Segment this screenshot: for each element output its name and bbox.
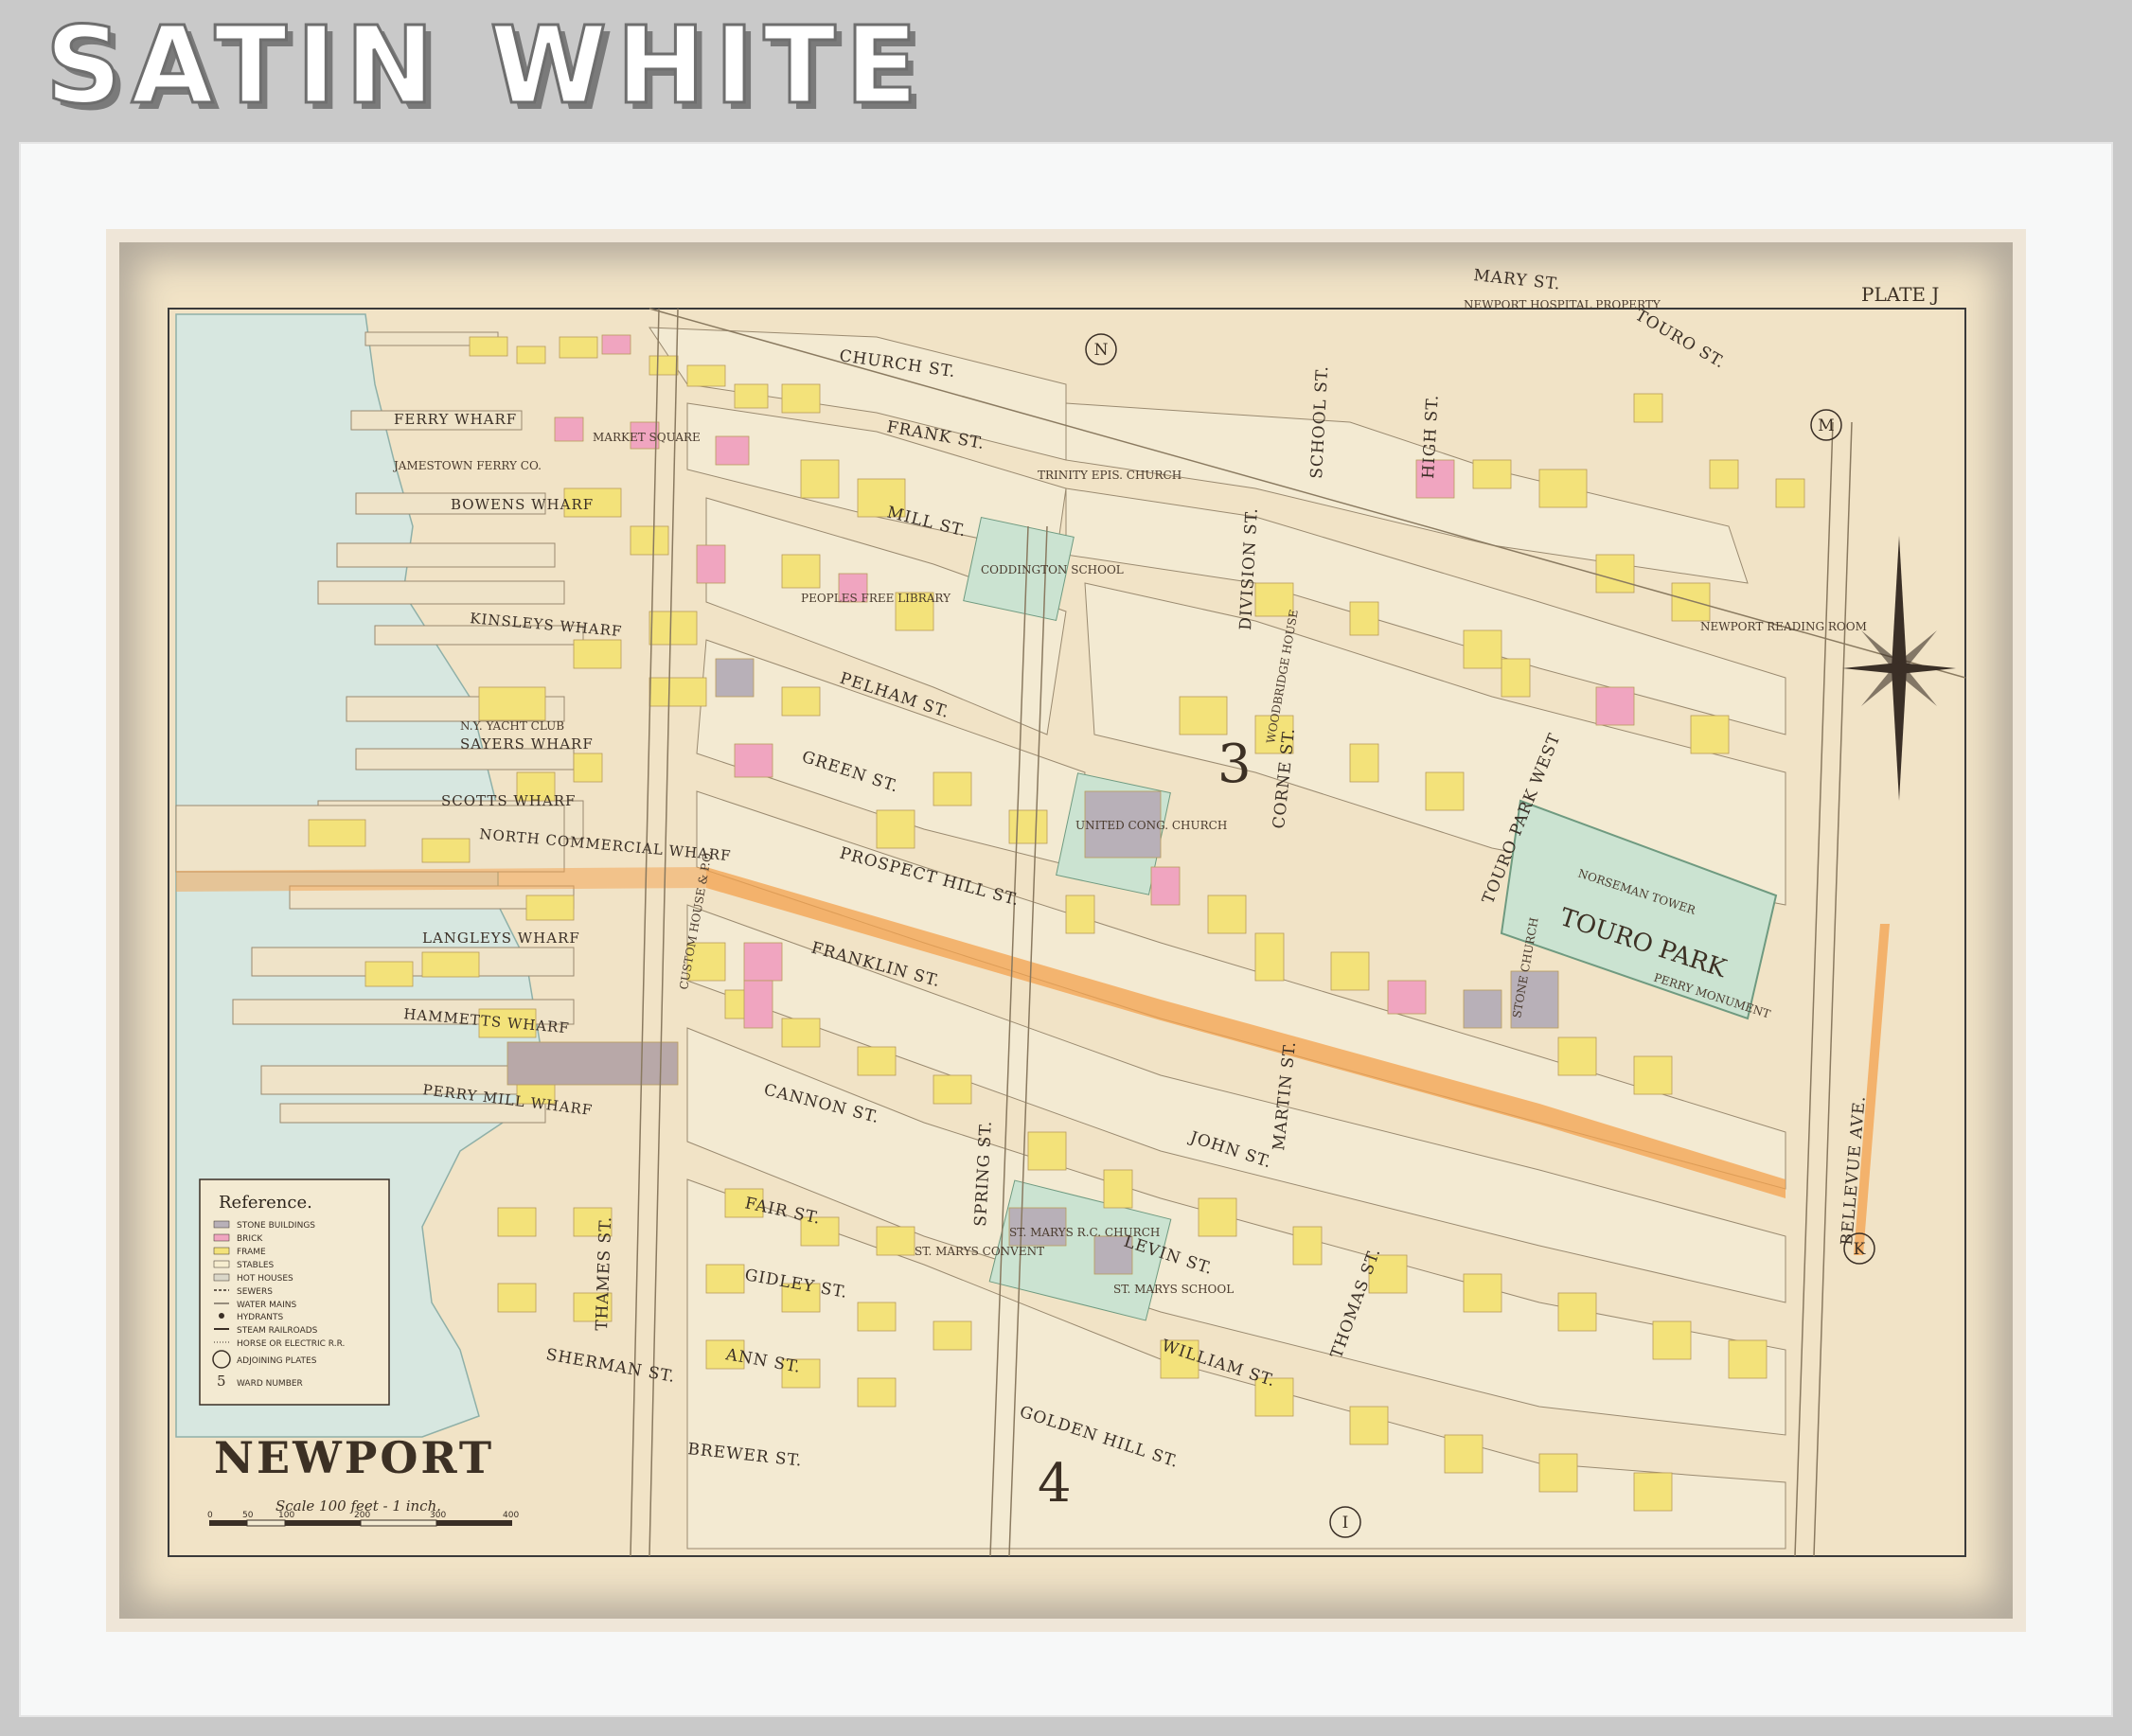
legend-swatch-hydrants: [219, 1313, 224, 1319]
scale-tick-400: 400: [503, 1511, 519, 1520]
legend-swatch-stone: [213, 1220, 230, 1229]
scale-bar: 0 50 100 200 300 400: [207, 1511, 519, 1527]
wharf-scotts: SCOTTS WHARF: [441, 792, 576, 809]
svg-text:N: N: [1094, 341, 1109, 360]
landmark-jamestown-ferry: JAMESTOWN FERRY CO.: [392, 459, 542, 472]
street-mary: MARY ST.: [1472, 266, 1561, 294]
svg-text:BRICK: BRICK: [237, 1234, 263, 1244]
svg-text:WARD NUMBER: WARD NUMBER: [237, 1379, 303, 1389]
street-sherman: SHERMAN ST.: [544, 1345, 677, 1387]
legend: Reference. 5 STONE BUILDINGS BRICK FRAME…: [199, 1178, 390, 1406]
adjoining-plate-m: M: [1810, 409, 1842, 441]
city-title: NEWPORT: [214, 1432, 494, 1483]
newport-map: PLATE J N M K I 3 4 CHURCH ST. FRANK ST.…: [168, 266, 1966, 1557]
scale-tick-50: 50: [242, 1511, 254, 1520]
banner-title: SATIN WHITE: [44, 5, 928, 129]
wharf-sayers: SAYERS WHARF: [460, 735, 594, 753]
landmark-coddington: CODDINGTON SCHOOL: [981, 563, 1124, 576]
svg-text:ADJOINING PLATES: ADJOINING PLATES: [237, 1356, 317, 1366]
legend-swatch-brick: [213, 1233, 230, 1242]
landmark-hospital: NEWPORT HOSPITAL PROPERTY: [1464, 298, 1661, 311]
landmark-peoples-library: PEOPLES FREE LIBRARY: [801, 592, 951, 605]
compass-rose-icon: [1842, 536, 1956, 801]
scale-tick-200: 200: [354, 1511, 370, 1520]
legend-swatch-frame: [213, 1247, 230, 1255]
scale-tick-0: 0: [207, 1511, 213, 1520]
landmark-united-church: UNITED CONG. CHURCH: [1075, 819, 1227, 832]
wharf-bowens: BOWENS WHARF: [451, 496, 594, 513]
ward-number-4: 4: [1038, 1453, 1072, 1515]
landmark-st-marys-convent: ST. MARYS CONVENT: [915, 1245, 1044, 1258]
svg-text:FRAME: FRAME: [237, 1248, 266, 1257]
landmark-st-marys-school: ST. MARYS SCHOOL: [1113, 1283, 1234, 1296]
street-thames: THAMES ST.: [593, 1215, 615, 1331]
legend-swatch-hot-houses: [213, 1273, 230, 1282]
svg-text:I: I: [1342, 1514, 1349, 1532]
svg-text:STONE BUILDINGS: STONE BUILDINGS: [237, 1221, 315, 1231]
landmark-st-marys-church: ST. MARYS R.C. CHURCH: [1009, 1226, 1160, 1239]
landmark-reading-room: NEWPORT READING ROOM: [1700, 620, 1867, 633]
wharf-langleys: LANGLEYS WHARF: [422, 930, 580, 947]
svg-text:STEAM RAILROADS: STEAM RAILROADS: [237, 1326, 318, 1336]
wharf-ferry: FERRY WHARF: [394, 411, 517, 428]
landmark-ny-yacht-club: N.Y. YACHT CLUB: [460, 719, 564, 733]
legend-title: Reference.: [219, 1193, 312, 1213]
ward-number-3: 3: [1217, 734, 1252, 795]
svg-text:HYDRANTS: HYDRANTS: [237, 1313, 283, 1322]
landmark-trinity: TRINITY EPIS. CHURCH: [1038, 469, 1181, 482]
adjoining-plate-n: N: [1085, 333, 1117, 365]
svg-text:SEWERS: SEWERS: [237, 1287, 273, 1297]
legend-swatch-ward: 5: [217, 1373, 226, 1390]
scale-tick-100: 100: [278, 1511, 294, 1520]
legend-swatch-stables: [213, 1260, 230, 1268]
wharf-line-highlight: [176, 867, 706, 892]
svg-text:STABLES: STABLES: [237, 1261, 275, 1270]
street-touro: TOURO ST.: [1632, 306, 1729, 373]
landmark-market-square: MARKET SQUARE: [593, 431, 701, 444]
scale-tick-300: 300: [430, 1511, 446, 1520]
plate-label: PLATE J: [1861, 283, 1939, 306]
banner: SATIN WHITE: [0, 0, 2132, 142]
svg-text:HOT HOUSES: HOT HOUSES: [237, 1274, 293, 1284]
svg-text:M: M: [1818, 416, 1834, 435]
svg-text:HORSE OR ELECTRIC R.R.: HORSE OR ELECTRIC R.R.: [237, 1339, 345, 1349]
svg-text:WATER MAINS: WATER MAINS: [237, 1301, 296, 1310]
